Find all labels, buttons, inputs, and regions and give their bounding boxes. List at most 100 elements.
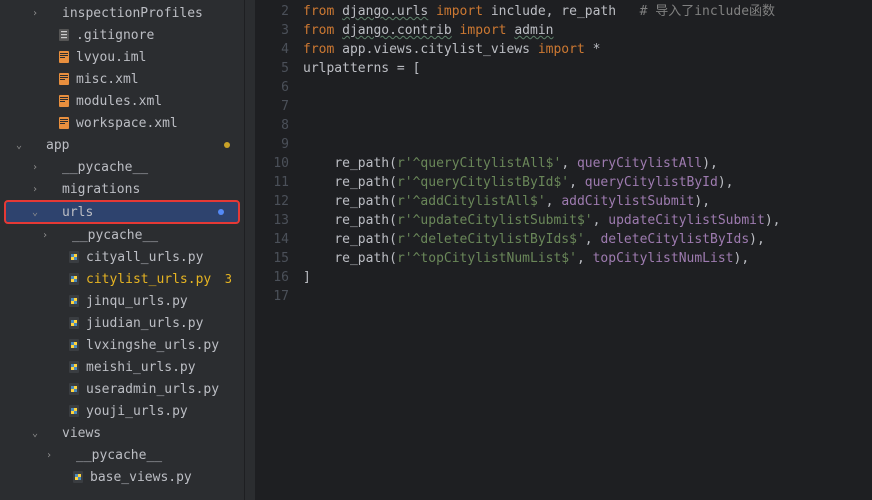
code-line[interactable]: re_path(r'^updateCitylistSubmit$', updat… [303,211,872,230]
line-number: 16 [255,268,289,287]
change-count-badge: 3 [225,272,232,286]
tree-item-label: __pycache__ [76,448,244,463]
tree-item-__pycache__[interactable]: › __pycache__ [0,156,244,178]
line-number: 10 [255,154,289,173]
xml-icon [56,94,72,108]
py-icon [66,338,82,352]
tree-item-meishi_urls.py[interactable]: meishi_urls.py [0,356,244,378]
code-line[interactable] [303,78,872,97]
tree-item-citylist_urls.py[interactable]: citylist_urls.py3 [0,268,244,290]
line-number: 6 [255,78,289,97]
code-line[interactable]: re_path(r'^queryCitylistById$', queryCit… [303,173,872,192]
tree-item-label: citylist_urls.py [86,272,225,287]
line-number: 13 [255,211,289,230]
chevron-right-icon[interactable]: › [28,162,42,173]
tree-item-.gitignore[interactable]: .gitignore [0,24,244,46]
code-line[interactable] [303,116,872,135]
code-editor[interactable]: 234567891011121314151617 from django.url… [245,0,872,500]
xml-icon [56,50,72,64]
vcs-status-dot [224,142,230,148]
tree-item-label: .gitignore [76,28,244,43]
tree-item-modules.xml[interactable]: modules.xml [0,90,244,112]
tree-item-jinqu_urls.py[interactable]: jinqu_urls.py [0,290,244,312]
tree-item-__pycache__[interactable]: › __pycache__ [0,444,244,466]
code-line[interactable]: re_path(r'^queryCitylistAll$', queryCity… [303,154,872,173]
tree-item-views[interactable]: ⌄ views [0,422,244,444]
tree-item-label: misc.xml [76,72,244,87]
chevron-right-icon[interactable]: › [28,184,42,195]
tree-item-label: __pycache__ [62,160,244,175]
line-number: 7 [255,97,289,116]
code-area[interactable]: from django.urls import include, re_path… [303,0,872,500]
tree-item-label: views [62,426,244,441]
tree-item-label: migrations [62,182,244,197]
py-icon [66,294,82,308]
tree-item-__pycache__[interactable]: › __pycache__ [0,224,244,246]
tree-item-urls[interactable]: ⌄urls [4,200,240,224]
tree-item-label: modules.xml [76,94,244,109]
tree-item-lvyou.iml[interactable]: lvyou.iml [0,46,244,68]
tree-item-base_views.py[interactable]: base_views.py [0,466,244,488]
code-line[interactable]: re_path(r'^topCitylistNumList$', topCity… [303,249,872,268]
code-line[interactable]: from django.contrib import admin [303,21,872,40]
tree-item-label: jiudian_urls.py [86,316,244,331]
code-line[interactable]: from app.views.citylist_views import * [303,40,872,59]
chevron-down-icon[interactable]: ⌄ [12,140,26,151]
xml-icon [56,72,72,86]
chevron-down-icon[interactable]: ⌄ [28,428,42,439]
chevron-right-icon[interactable]: › [28,8,42,19]
code-line[interactable]: ] [303,268,872,287]
tree-item-label: lvxingshe_urls.py [86,338,244,353]
tree-item-label: __pycache__ [72,228,244,243]
line-number: 9 [255,135,289,154]
code-line[interactable] [303,287,872,306]
tree-item-label: useradmin_urls.py [86,382,244,397]
line-number: 4 [255,40,289,59]
line-gutter: 234567891011121314151617 [255,0,303,500]
tree-item-misc.xml[interactable]: misc.xml [0,68,244,90]
tree-item-migrations[interactable]: › migrations [0,178,244,200]
py-icon [66,272,82,286]
code-line[interactable] [303,135,872,154]
line-number: 8 [255,116,289,135]
code-line[interactable]: urlpatterns = [ [303,59,872,78]
tree-item-label: jinqu_urls.py [86,294,244,309]
tree-item-lvxingshe_urls.py[interactable]: lvxingshe_urls.py [0,334,244,356]
py-icon [66,250,82,264]
tree-item-label: workspace.xml [76,116,244,131]
py-icon [66,404,82,418]
tree-item-label: cityall_urls.py [86,250,244,265]
editor-scrollbar[interactable] [245,0,255,500]
line-number: 14 [255,230,289,249]
tree-item-app[interactable]: ⌄app [0,134,244,156]
line-number: 17 [255,287,289,306]
chevron-down-icon[interactable]: ⌄ [28,207,42,218]
tree-item-label: meishi_urls.py [86,360,244,375]
tree-item-useradmin_urls.py[interactable]: useradmin_urls.py [0,378,244,400]
py-icon [70,470,86,484]
code-line[interactable]: re_path(r'^deleteCitylistByIds$', delete… [303,230,872,249]
git-icon [56,28,72,42]
vcs-status-dot [218,209,224,215]
chevron-right-icon[interactable]: › [42,450,56,461]
project-tree[interactable]: › inspectionProfiles .gitignore lvyou.iml mi… [0,0,245,500]
tree-item-workspace.xml[interactable]: workspace.xml [0,112,244,134]
line-number: 2 [255,2,289,21]
tree-item-label: inspectionProfiles [62,6,244,21]
tree-item-label: youji_urls.py [86,404,244,419]
line-number: 3 [255,21,289,40]
code-line[interactable]: from django.urls import include, re_path… [303,2,872,21]
tree-item-cityall_urls.py[interactable]: cityall_urls.py [0,246,244,268]
py-icon [66,316,82,330]
chevron-right-icon[interactable]: › [38,230,52,241]
line-number: 15 [255,249,289,268]
tree-item-label: lvyou.iml [76,50,244,65]
tree-item-inspectionProfiles[interactable]: › inspectionProfiles [0,2,244,24]
line-number: 11 [255,173,289,192]
line-number: 5 [255,59,289,78]
tree-item-jiudian_urls.py[interactable]: jiudian_urls.py [0,312,244,334]
tree-item-youji_urls.py[interactable]: youji_urls.py [0,400,244,422]
code-line[interactable]: re_path(r'^addCitylistAll$', addCitylist… [303,192,872,211]
code-line[interactable] [303,97,872,116]
py-icon [66,382,82,396]
